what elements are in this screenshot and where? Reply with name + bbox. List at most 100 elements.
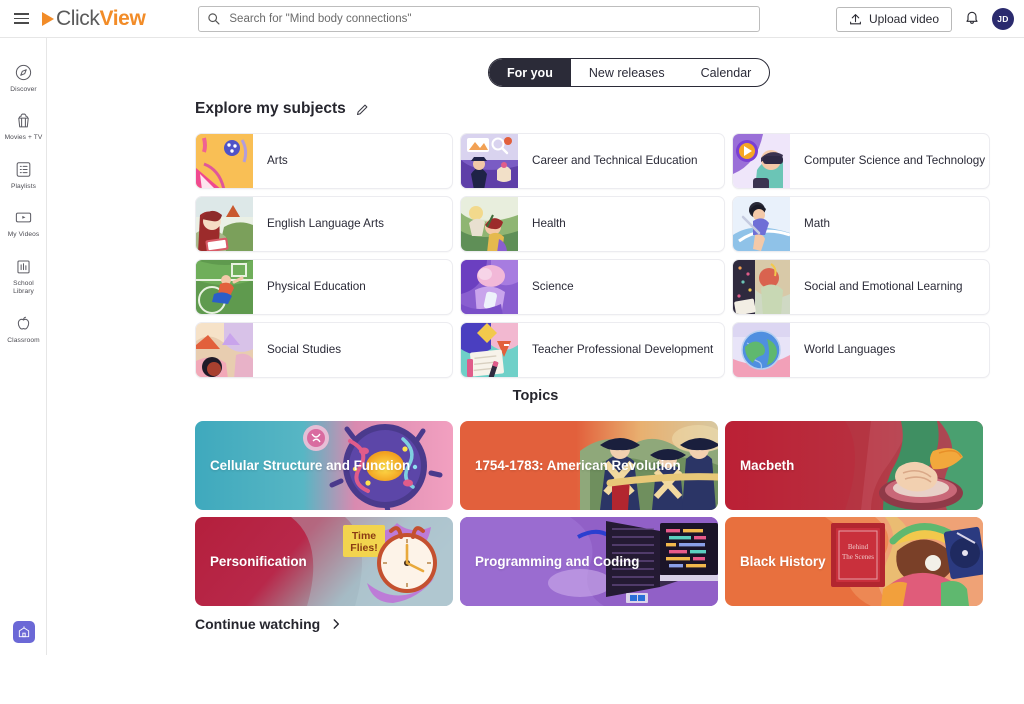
top-bar-actions: Upload video JD <box>835 0 1014 38</box>
subject-card-arts[interactable]: Arts <box>195 133 453 189</box>
subject-label: English Language Arts <box>267 216 384 230</box>
bell-icon <box>966 11 978 24</box>
svg-text:Flies!: Flies! <box>350 542 377 554</box>
social-studies-illustration <box>196 323 253 377</box>
avatar[interactable]: JD <box>992 8 1014 30</box>
topic-card-macbeth[interactable]: Macbeth <box>725 421 983 510</box>
tab-new-releases[interactable]: New releases <box>571 59 683 86</box>
topic-label: Personification <box>210 553 307 569</box>
subject-label: Social and Emotional Learning <box>804 279 963 293</box>
topic-label: Programming and Coding <box>475 553 640 569</box>
continue-watching-link[interactable]: Continue watching <box>195 616 343 632</box>
apple-icon <box>14 314 33 333</box>
notifications-button[interactable] <box>964 9 980 30</box>
sidebar-item-my-videos[interactable]: My Videos <box>0 199 47 247</box>
subject-label: Science <box>532 279 574 293</box>
popcorn-icon <box>14 111 33 130</box>
health-illustration <box>461 197 518 251</box>
sidebar-item-movies-tv[interactable]: Movies + TV <box>0 102 47 150</box>
subject-card-social-studies[interactable]: Social Studies <box>195 322 453 378</box>
continue-watching-label: Continue watching <box>195 616 321 632</box>
school-building-button[interactable] <box>12 621 35 643</box>
sidebar-item-playlists[interactable]: Playlists <box>0 151 47 199</box>
logo-text-view: View <box>99 6 146 30</box>
computer-science-illustration <box>733 134 790 188</box>
sidebar-bottom <box>0 621 47 643</box>
subjects-grid: Arts Career and Technical Education Comp… <box>195 133 990 378</box>
subject-label: Teacher Professional Development <box>532 342 714 356</box>
topic-card-personification[interactable]: Time Flies! Personification <box>195 517 453 606</box>
svg-text:Behind: Behind <box>848 543 869 551</box>
topic-card-american-revolution[interactable]: 1754-1783: American Revolution <box>460 421 718 510</box>
subject-card-english-language-arts[interactable]: English Language Arts <box>195 196 453 252</box>
subject-thumbnail <box>461 197 518 251</box>
subject-thumbnail <box>733 197 790 251</box>
arts-illustration <box>196 134 253 188</box>
topic-label: Macbeth <box>740 457 795 473</box>
subject-card-social-emotional-learning[interactable]: Social and Emotional Learning <box>732 259 990 315</box>
tab-calendar[interactable]: Calendar <box>683 59 770 86</box>
clickview-logo[interactable]: Click View <box>42 6 146 31</box>
subject-thumbnail <box>733 134 790 188</box>
sidebar-item-discover[interactable]: Discover <box>0 54 47 102</box>
play-triangle-icon <box>42 11 54 26</box>
sidebar-item-school-library[interactable]: School Library <box>0 248 47 305</box>
page-title: Explore my subjects <box>195 100 346 117</box>
topic-label: 1754-1783: American Revolution <box>475 457 681 473</box>
subject-card-computer-science-technology[interactable]: Computer Science and Technology <box>732 133 990 189</box>
svg-text:Time: Time <box>352 530 376 542</box>
subject-label: Physical Education <box>267 279 366 293</box>
subject-thumbnail <box>196 197 253 251</box>
topics-grid: Cellular Structure and Function 1754-178… <box>195 421 983 606</box>
logo-text-click: Click <box>56 6 100 30</box>
science-illustration <box>461 260 518 314</box>
search-input[interactable] <box>227 11 752 26</box>
subject-thumbnail <box>196 134 253 188</box>
world-languages-illustration <box>733 323 790 377</box>
sidebar-item-label: School Library <box>13 279 34 296</box>
subject-label: Social Studies <box>267 342 342 356</box>
topic-card-cellular-structure[interactable]: Cellular Structure and Function <box>195 421 453 510</box>
subject-thumbnail <box>461 323 518 377</box>
upload-video-button[interactable]: Upload video <box>835 6 952 32</box>
english-illustration <box>196 197 253 251</box>
main-content: For you New releases Calendar Explore my… <box>47 38 1024 655</box>
search-bar[interactable] <box>198 5 761 32</box>
upload-icon <box>850 13 861 24</box>
sidebar: Discover Movies + TV Playlists My Videos… <box>0 38 47 655</box>
top-bar: ClickView Upload video JD <box>0 0 1024 38</box>
subject-thumbnail <box>461 260 518 314</box>
upload-video-label: Upload video <box>868 12 939 26</box>
feed-tabs: For you New releases Calendar <box>488 58 771 87</box>
subject-card-math[interactable]: Math <box>732 196 990 252</box>
subject-label: Health <box>532 216 566 230</box>
subject-card-career-technical-education[interactable]: Career and Technical Education <box>460 133 725 189</box>
sidebar-item-label: Discover <box>10 86 37 93</box>
topic-card-black-history[interactable]: Behind The Scenes Black History <box>725 517 983 606</box>
subject-card-world-languages[interactable]: World Languages <box>732 322 990 378</box>
subject-card-physical-education[interactable]: Physical Education <box>195 259 453 315</box>
search-icon <box>208 13 220 25</box>
math-illustration <box>733 197 790 251</box>
topic-label: Cellular Structure and Function <box>210 457 411 473</box>
subject-label: World Languages <box>804 342 896 356</box>
topics-section-title: Topics <box>512 388 559 404</box>
subject-label: Computer Science and Technology <box>804 153 986 167</box>
topic-label: Black History <box>740 553 826 569</box>
subjects-section-header: Explore my subjects <box>195 100 370 118</box>
svg-text:The Scenes: The Scenes <box>842 553 874 561</box>
compass-icon <box>14 63 33 82</box>
teacher-development-illustration <box>461 323 518 377</box>
topic-card-programming-and-coding[interactable]: Programming and Coding <box>460 517 718 606</box>
pencil-icon[interactable] <box>355 102 370 117</box>
subject-label: Career and Technical Education <box>532 153 698 167</box>
chevron-right-icon <box>333 619 340 629</box>
social-emotional-illustration <box>733 260 790 314</box>
sidebar-item-label: Classroom <box>7 336 40 344</box>
subject-card-teacher-professional-development[interactable]: Teacher Professional Development <box>460 322 725 378</box>
subject-card-science[interactable]: Science <box>460 259 725 315</box>
subject-card-health[interactable]: Health <box>460 196 725 252</box>
tab-for-you[interactable]: For you <box>489 59 571 86</box>
hamburger-menu-icon[interactable] <box>8 6 34 32</box>
sidebar-item-classroom[interactable]: Classroom <box>0 305 47 353</box>
